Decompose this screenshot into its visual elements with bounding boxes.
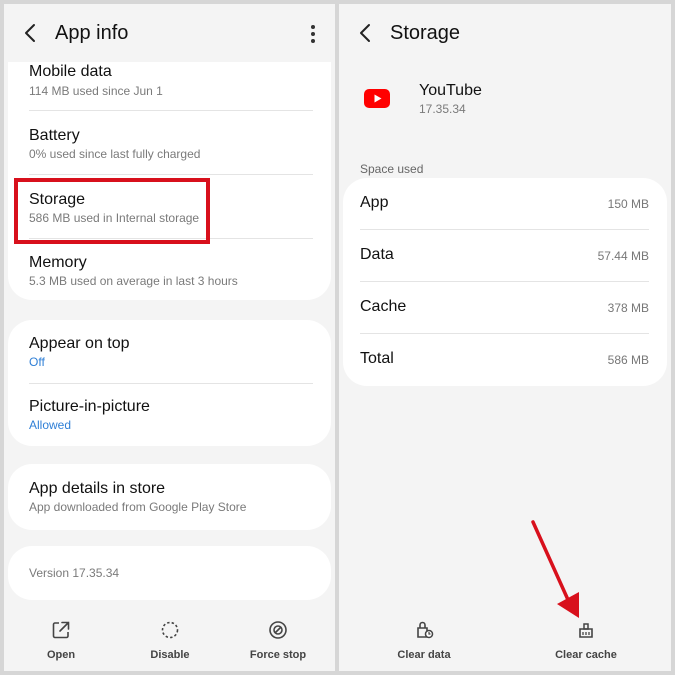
clear-cache-button[interactable]: Clear cache	[541, 619, 631, 661]
storage-screen: Storage YouTube 17.35.34 Space used App …	[339, 4, 671, 671]
more-options-button[interactable]	[305, 22, 321, 46]
app-version: 17.35.34	[419, 102, 466, 116]
battery-item[interactable]: Battery 0% used since last fully charged	[8, 111, 331, 174]
app-info-screen: App info Mobile data 114 MB used since J…	[4, 4, 335, 671]
more-vertical-icon	[311, 25, 315, 43]
memory-item[interactable]: Memory 5.3 MB used on average in last 3 …	[8, 239, 331, 300]
open-external-icon	[52, 621, 70, 639]
storage-highlight-box	[14, 178, 210, 244]
app-details-in-store-item[interactable]: App details in store App downloaded from…	[8, 464, 331, 530]
back-arrow-icon	[25, 24, 35, 42]
picture-in-picture-item[interactable]: Picture-in-picture Allowed	[8, 384, 331, 446]
app-bar: Storage	[339, 4, 671, 62]
page-title: Storage	[390, 22, 461, 44]
force-stop-button[interactable]: Force stop	[233, 619, 323, 661]
clear-cache-broom-icon	[579, 623, 593, 638]
bottom-action-bar: Clear data Clear cache	[339, 605, 671, 671]
clear-data-icon	[417, 621, 434, 639]
space-row-data: Data 57.44 MB	[343, 230, 667, 282]
open-button[interactable]: Open	[16, 619, 106, 661]
space-used-card: App 150 MB Data 57.44 MB Cache 378 MB To…	[343, 178, 667, 386]
store-card: App details in store App downloaded from…	[8, 464, 331, 530]
version-text: Version 17.35.34	[29, 566, 120, 580]
space-row-app: App 150 MB	[343, 178, 667, 230]
mobile-data-item[interactable]: Mobile data 114 MB used since Jun 1	[8, 62, 331, 110]
section-header: Space used	[360, 162, 424, 176]
youtube-logo-icon	[364, 88, 390, 108]
force-stop-icon	[269, 621, 287, 639]
space-row-total: Total 586 MB	[360, 350, 649, 367]
permissions-card: Appear on top Off Picture-in-picture All…	[8, 320, 331, 446]
page-title: App info	[55, 22, 129, 44]
back-arrow-icon	[360, 24, 370, 42]
back-button[interactable]	[18, 20, 42, 46]
youtube-app-icon	[363, 84, 391, 112]
bottom-action-bar: Open Disable Force stop	[4, 605, 335, 671]
version-card: Version 17.35.34	[8, 546, 331, 600]
back-button[interactable]	[353, 20, 377, 46]
app-bar: App info	[4, 4, 335, 62]
appear-on-top-item[interactable]: Appear on top Off	[8, 320, 331, 383]
disable-dashed-circle-icon	[161, 621, 179, 639]
space-row-cache: Cache 378 MB	[343, 282, 667, 334]
clear-data-button[interactable]: Clear data	[379, 619, 469, 661]
app-name: YouTube	[419, 82, 482, 99]
disable-button[interactable]: Disable	[125, 619, 215, 661]
